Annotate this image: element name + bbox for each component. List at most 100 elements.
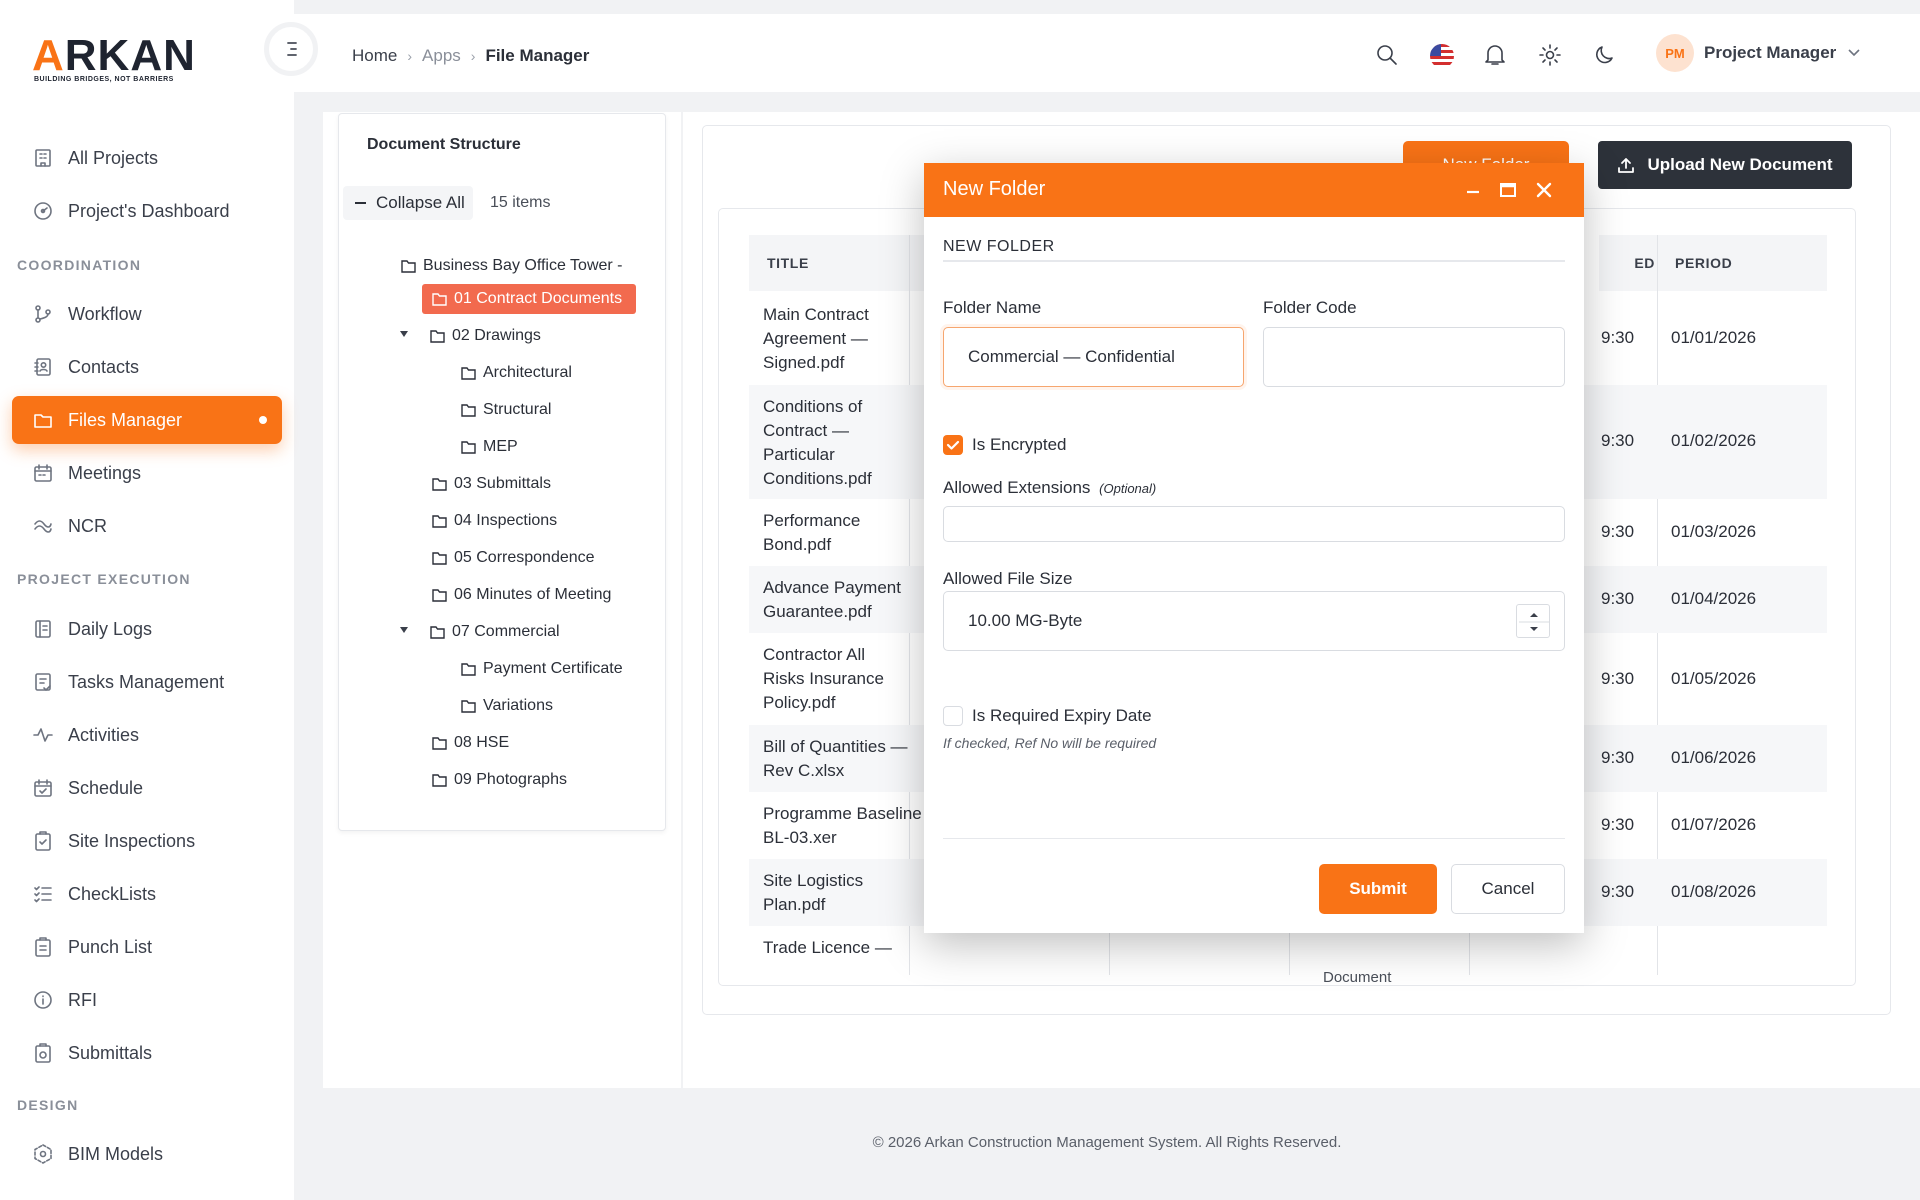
column-header-period[interactable]: PERIOD: [1657, 235, 1827, 291]
tree-node-project[interactable]: Business Bay Office Tower -: [401, 251, 659, 281]
search-icon[interactable]: [1374, 42, 1400, 68]
column-header-title[interactable]: TITLE: [749, 235, 909, 291]
sidebar-item-tasks-management[interactable]: Tasks Management: [12, 658, 282, 706]
tree-node-contract-documents[interactable]: 01 Contract Documents: [422, 284, 636, 314]
tree-node-commercial[interactable]: 07 Commercial: [400, 617, 560, 647]
dialog-title: New Folder: [943, 178, 1046, 200]
section-coordination: COORDINATION: [17, 257, 142, 273]
tree-node-photographs[interactable]: 09 Photographs: [432, 765, 567, 795]
schedule-icon: [34, 779, 52, 797]
moon-icon[interactable]: [1592, 42, 1618, 68]
tree-node-hse[interactable]: 08 HSE: [432, 728, 509, 758]
sidebar-item-contacts[interactable]: Contacts: [12, 343, 282, 391]
tree-node-architectural[interactable]: Architectural: [461, 358, 572, 388]
folder-code-label: Folder Code: [1263, 298, 1357, 317]
menu-icon: [287, 42, 297, 56]
section-divider: [943, 260, 1565, 262]
encrypted-checkbox[interactable]: [943, 435, 963, 455]
activity-icon: [33, 728, 53, 742]
sidebar: ARKAN BUILDING BRIDGES, NOT BARRIERS All…: [0, 0, 294, 1200]
bell-icon[interactable]: [1482, 42, 1508, 68]
sidebar-item-schedule[interactable]: Schedule: [12, 764, 282, 812]
expiry-date-label[interactable]: Is Required Expiry Date: [972, 706, 1152, 726]
folder-icon: [432, 477, 447, 491]
folder-icon: [432, 292, 447, 306]
sidebar-item-workflow[interactable]: Workflow: [12, 290, 282, 338]
folder-icon: [34, 414, 52, 428]
upload-icon: [1618, 158, 1635, 173]
submittal-icon: [35, 1043, 51, 1063]
new-folder-dialog: New Folder NEW FOLDER Folder Name Commer…: [924, 163, 1584, 933]
checklist-icon: [34, 886, 52, 903]
tree-node-minutes-of-meeting[interactable]: 06 Minutes of Meeting: [432, 580, 611, 610]
tree-node-structural[interactable]: Structural: [461, 395, 551, 425]
column-header-ed[interactable]: ED: [1599, 235, 1657, 291]
breadcrumb-separator: ›: [407, 48, 413, 64]
sidebar-item-activities[interactable]: Activities: [12, 711, 282, 759]
minus-icon: [355, 202, 366, 204]
file-size-input[interactable]: 10.00 MG-Byte: [943, 591, 1565, 651]
breadcrumb-apps[interactable]: Apps: [422, 46, 461, 66]
tree-node-variations[interactable]: Variations: [461, 691, 553, 721]
submit-button[interactable]: Submit: [1319, 864, 1437, 914]
file-size-label: Allowed File Size: [943, 569, 1073, 588]
tree-node-correspondence[interactable]: 05 Correspondence: [432, 543, 595, 573]
building-icon: [35, 149, 51, 167]
expiry-date-hint: If checked, Ref No will be required: [943, 735, 1157, 751]
tree-node-payment-certificate[interactable]: Payment Certificate: [461, 654, 657, 684]
table-row[interactable]: Trade Licence — Document: [749, 926, 1827, 985]
sidebar-item-punch-list[interactable]: Punch List: [12, 923, 282, 971]
sidebar-item-ncr[interactable]: NCR: [12, 502, 282, 550]
collapse-all-button[interactable]: Collapse All: [343, 186, 473, 220]
encrypted-label[interactable]: Is Encrypted: [972, 435, 1067, 455]
expiry-date-checkbox[interactable]: [943, 706, 963, 726]
caret-down-icon[interactable]: [400, 331, 408, 337]
maximize-icon[interactable]: [1496, 178, 1520, 202]
contacts-icon: [34, 358, 51, 376]
close-icon[interactable]: [1532, 178, 1556, 202]
extensions-label: Allowed Extensions (Optional): [943, 478, 1157, 497]
minimize-icon[interactable]: [1461, 178, 1485, 202]
arkan-logo[interactable]: ARKAN BUILDING BRIDGES, NOT BARRIERS: [32, 34, 212, 88]
sidebar-item-daily-logs[interactable]: Daily Logs: [12, 605, 282, 653]
tree-node-inspections[interactable]: 04 Inspections: [432, 506, 557, 536]
tasks-icon: [35, 673, 51, 691]
dashboard-icon: [34, 202, 52, 220]
spinner-arrows-icon: [1519, 613, 1549, 631]
upload-document-button[interactable]: Upload New Document: [1598, 141, 1852, 189]
sidebar-item-site-inspections[interactable]: Site Inspections: [12, 817, 282, 865]
sidebar-item-files-manager[interactable]: Files Manager: [12, 396, 282, 444]
extensions-input[interactable]: [943, 506, 1565, 542]
tree-node-submittals[interactable]: 03 Submittals: [432, 469, 551, 499]
us-flag-icon[interactable]: [1430, 44, 1454, 68]
folder-code-input[interactable]: [1263, 327, 1565, 387]
sidebar-item-all-projects[interactable]: All Projects: [12, 134, 282, 182]
tree-node-mep[interactable]: MEP: [461, 432, 518, 462]
file-size-spinner[interactable]: [1516, 604, 1550, 638]
breadcrumb-current: File Manager: [485, 46, 590, 65]
cancel-button[interactable]: Cancel: [1451, 864, 1565, 914]
folder-name-input[interactable]: Commercial — Confidential: [943, 327, 1244, 387]
tree-title: Document Structure: [367, 136, 521, 153]
sidebar-item-meetings[interactable]: Meetings: [12, 449, 282, 497]
sidebar-item-projects-dashboard[interactable]: Project's Dashboard: [12, 187, 282, 235]
tree-node-drawings[interactable]: 02 Drawings: [400, 321, 541, 351]
sidebar-item-checklists[interactable]: CheckLists: [12, 870, 282, 918]
caret-down-icon[interactable]: [400, 627, 408, 633]
folder-icon: [461, 366, 476, 380]
folder-icon: [432, 773, 447, 787]
sidebar-item-rfi[interactable]: RFI: [12, 976, 282, 1024]
clipboard-icon: [35, 937, 51, 957]
ncr-icon: [34, 520, 52, 533]
sidebar-item-bim-models[interactable]: BIM Models: [12, 1130, 282, 1178]
calendar-icon: [34, 464, 52, 482]
folder-icon: [430, 329, 445, 343]
dialog-header[interactable]: New Folder: [924, 163, 1584, 217]
user-menu[interactable]: PM Project Manager: [1656, 34, 1860, 72]
gear-icon[interactable]: [1537, 42, 1563, 68]
active-dot: [259, 416, 267, 424]
sidebar-item-submittals[interactable]: Submittals: [12, 1029, 282, 1077]
breadcrumb-home[interactable]: Home: [352, 46, 397, 66]
sidebar-toggle-button[interactable]: [264, 22, 318, 76]
section-title: NEW FOLDER: [943, 238, 1055, 255]
